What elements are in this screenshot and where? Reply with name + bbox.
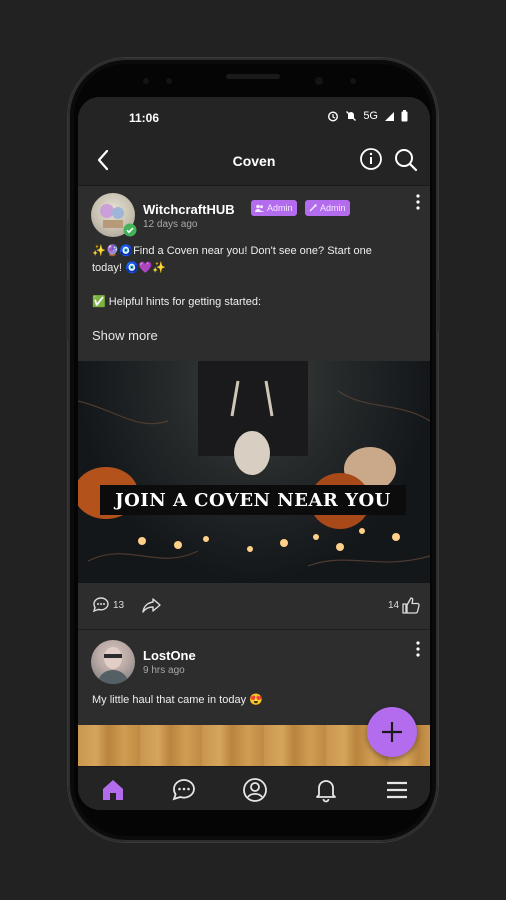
- plus-icon: [382, 722, 402, 742]
- network-label: 5G: [363, 110, 378, 122]
- verified-check-icon: [123, 223, 137, 237]
- post-author-name[interactable]: WitchcraftHUB: [143, 202, 235, 217]
- avatar-photo-icon: [97, 647, 129, 684]
- like-button[interactable]: 14: [388, 597, 420, 614]
- post-text-line: ✨🔮🧿Find a Coven near you! Don't see one?…: [92, 245, 372, 257]
- chat-icon[interactable]: [171, 777, 197, 803]
- sensor-dot: [350, 78, 356, 84]
- power-button: [437, 280, 440, 330]
- home-icon[interactable]: [100, 777, 126, 803]
- bottom-nav: [78, 766, 430, 810]
- like-count: 14: [388, 600, 400, 611]
- menu-icon[interactable]: [384, 777, 410, 803]
- volume-button: [66, 220, 69, 260]
- sensor-dot: [166, 78, 172, 84]
- post-image[interactable]: JOIN A COVEN NEAR YOU: [78, 361, 430, 583]
- more-options-icon[interactable]: [414, 193, 422, 211]
- search-icon[interactable]: [393, 147, 419, 173]
- info-icon[interactable]: [359, 147, 383, 171]
- status-bar: 11:06 5G: [78, 97, 430, 137]
- create-post-button[interactable]: [367, 707, 417, 757]
- post-author-name[interactable]: LostOne: [143, 648, 196, 663]
- post-actions: 13 14: [78, 583, 430, 630]
- earpiece-speaker: [226, 74, 280, 79]
- notifications-bell-icon[interactable]: [313, 777, 339, 803]
- front-camera: [315, 77, 323, 85]
- post-image-art: [78, 361, 430, 567]
- post-image-caption: JOIN A COVEN NEAR YOU: [100, 485, 406, 515]
- status-time: 11:06: [129, 111, 160, 125]
- share-button[interactable]: [142, 597, 162, 613]
- admin-badge-label: Admin: [267, 203, 293, 213]
- signal-icon: [385, 111, 394, 121]
- profile-icon[interactable]: [242, 777, 268, 803]
- sensor-dot: [143, 78, 149, 84]
- post-card: WitchcraftHUB 12 days ago Admin Admin ✨🔮…: [78, 185, 430, 630]
- thumbs-up-icon: [402, 597, 420, 614]
- avatar[interactable]: [91, 640, 135, 684]
- volume-button: [66, 280, 69, 340]
- post-timestamp: 12 days ago: [143, 219, 198, 230]
- group-icon: [255, 204, 264, 212]
- app-screen: 11:06 5G Coven WitchcraftHUB 12 days ago…: [78, 97, 430, 810]
- battery-icon: [401, 110, 408, 122]
- comment-icon: [92, 597, 109, 613]
- mute-icon: [346, 111, 357, 121]
- post-text-line: ✅ Helpful hints for getting started:: [92, 296, 262, 308]
- comment-button[interactable]: 13: [92, 597, 124, 613]
- post-text-line: today! 🧿💜✨: [92, 262, 167, 274]
- post-text-line: My little haul that came in today 😍: [92, 694, 263, 706]
- show-more-link[interactable]: Show more: [92, 328, 158, 343]
- share-icon: [142, 598, 161, 613]
- admin-badge-label: Admin: [320, 203, 346, 213]
- app-bar: Coven: [78, 137, 430, 186]
- status-icons: 5G: [327, 110, 408, 122]
- post-timestamp: 9 hrs ago: [143, 665, 185, 676]
- wand-icon: [309, 204, 317, 212]
- admin-badge: Admin: [251, 200, 297, 216]
- admin-badge: Admin: [305, 200, 350, 216]
- comment-count: 13: [113, 599, 125, 611]
- post-feed: WitchcraftHUB 12 days ago Admin Admin ✨🔮…: [78, 185, 430, 766]
- more-options-icon[interactable]: [414, 640, 422, 658]
- alarm-icon: [328, 111, 339, 122]
